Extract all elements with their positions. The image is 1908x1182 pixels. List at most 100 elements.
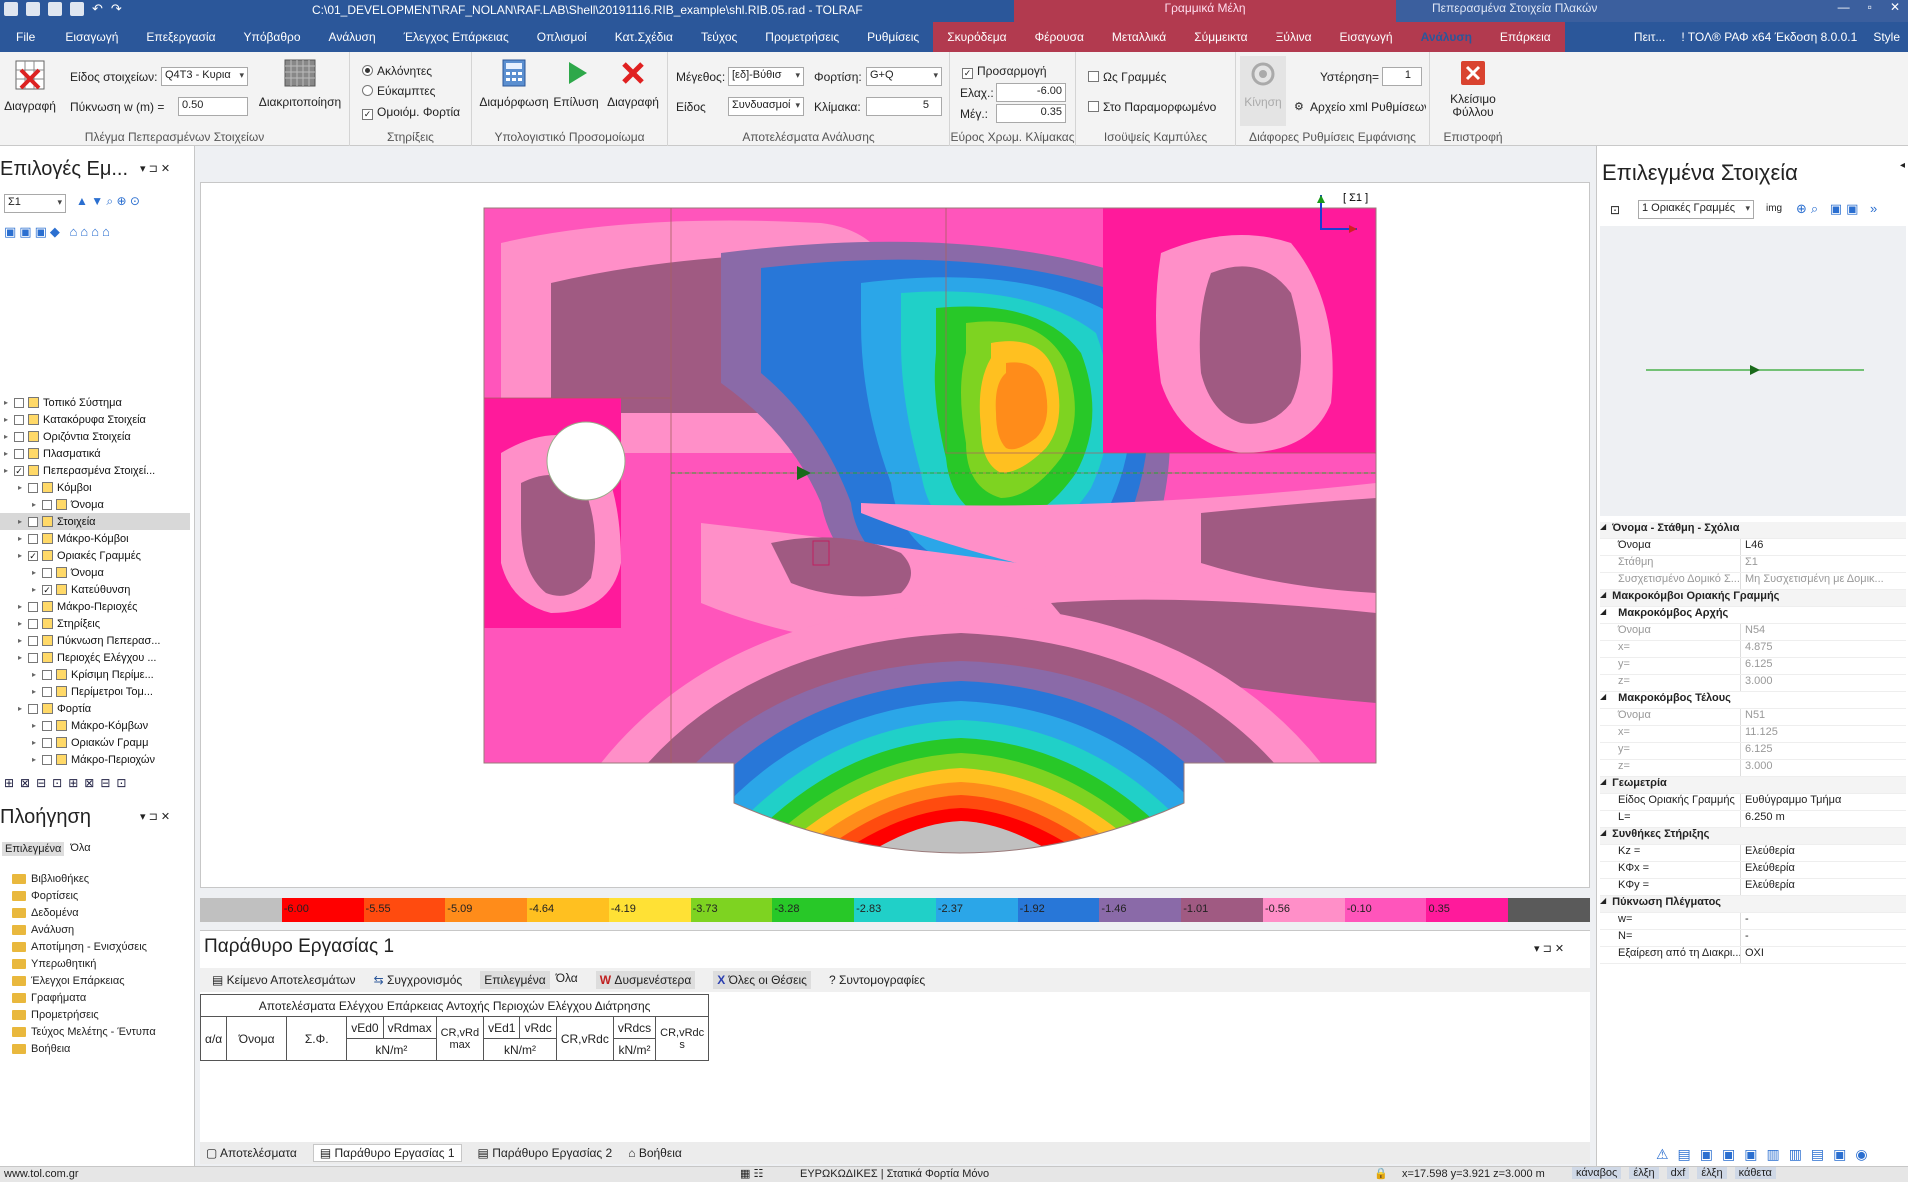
- minimize-icon[interactable]: —: [1838, 0, 1850, 14]
- zoom-tools-icons[interactable]: ⊕⌕ ▣▣ »: [1796, 201, 1881, 217]
- tab-8[interactable]: Κατ.Σχέδια: [601, 22, 687, 52]
- loading-select[interactable]: G+Q: [866, 67, 942, 86]
- tree-item[interactable]: ▸ Πλασματικά: [0, 445, 190, 462]
- image-button[interactable]: img: [1766, 203, 1782, 214]
- tree-tool-icons[interactable]: ⊞⊠⊟⊡⊞⊠⊟⊡: [4, 776, 132, 790]
- property-section[interactable]: ◢ Συνθήκες Στήριξης: [1600, 828, 1906, 845]
- range-min-input[interactable]: -6.00: [996, 83, 1066, 102]
- expand-icon[interactable]: ▸: [32, 721, 42, 730]
- all-positions-button[interactable]: X Όλες οι Θέσεις: [713, 971, 811, 989]
- tree-item[interactable]: ▸ Μάκρο-Περιοχές: [0, 598, 190, 615]
- tab-15[interactable]: Σύμμεικτα: [1180, 22, 1262, 52]
- tree-checkbox[interactable]: [14, 414, 24, 425]
- tree-checkbox[interactable]: [28, 482, 38, 493]
- property-section[interactable]: ◢ Γεωμετρία: [1600, 777, 1906, 794]
- snap-mode-toggle[interactable]: έλξη: [1697, 1167, 1727, 1179]
- tree-item[interactable]: ▸ Στοιχεία: [0, 513, 190, 530]
- tree-checkbox[interactable]: [14, 397, 24, 408]
- property-value[interactable]: Ελεύθερία: [1740, 862, 1906, 878]
- results-text-button[interactable]: ▤ Κείμενο Αποτελεσμάτων: [212, 973, 356, 987]
- property-section[interactable]: ◢ Μακροκόμβος Αρχής: [1600, 607, 1906, 624]
- property-section[interactable]: ◢ Πύκνωση Πλέγματος: [1600, 896, 1906, 913]
- tree-item[interactable]: ▸ Περιοχές Ελέγχου ...: [0, 649, 190, 666]
- expand-icon[interactable]: ▸: [18, 653, 28, 662]
- nav-item[interactable]: Τεύχος Μελέτης - Έντυπα: [2, 1023, 192, 1040]
- snap-mode-toggle[interactable]: κάθετα: [1734, 1167, 1776, 1179]
- close-sheet-button[interactable]: Κλείσιμο Φύλλου: [1436, 60, 1510, 119]
- expand-icon[interactable]: ▸: [18, 534, 28, 543]
- tree-item[interactable]: ▸ Μάκρο-Περιοχών: [0, 751, 190, 768]
- tab-work-window-2[interactable]: ▤ Παράθυρο Εργασίας 2: [478, 1146, 613, 1160]
- nav-item[interactable]: Βοήθεια: [2, 1040, 192, 1057]
- fit-range-checkbox[interactable]: ✓ Προσαρμογή: [962, 64, 1047, 79]
- lag-stepper[interactable]: 1: [1382, 67, 1422, 86]
- nav-item[interactable]: Αποτίμηση - Ενισχύσεις: [2, 938, 192, 955]
- selection-type-select[interactable]: 1 Οριακές Γραμμές: [1638, 200, 1754, 219]
- quantity-select[interactable]: [εδ]-Βύθισ: [728, 67, 804, 86]
- property-value[interactable]: 3.000: [1740, 760, 1906, 776]
- tab-11[interactable]: Ρυθμίσεις: [853, 22, 933, 52]
- tree-item[interactable]: ▸ Φορτία: [0, 700, 190, 717]
- property-section[interactable]: ◢ Μακροκόμβος Τέλους: [1600, 692, 1906, 709]
- tab-17[interactable]: Εισαγωγή: [1325, 22, 1407, 52]
- property-section[interactable]: ◢ Όνομα - Στάθμη - Σχόλια: [1600, 522, 1906, 539]
- snap-mode-toggle[interactable]: έλξη: [1629, 1167, 1659, 1179]
- expand-icon[interactable]: ▸: [18, 704, 28, 713]
- help-search[interactable]: Πειτ...: [1626, 22, 1673, 52]
- expand-icon[interactable]: ▸: [32, 738, 42, 747]
- maximize-icon[interactable]: ▫: [1868, 0, 1872, 14]
- nav-tab-all[interactable]: Όλα: [70, 842, 90, 856]
- scale-stepper[interactable]: 5: [866, 97, 942, 116]
- open-file-icon[interactable]: [26, 2, 40, 16]
- tab-14[interactable]: Μεταλλικά: [1097, 22, 1181, 52]
- new-file-icon[interactable]: [4, 2, 18, 16]
- tab-2[interactable]: Εισαγωγή: [51, 22, 132, 52]
- tree-checkbox[interactable]: [28, 703, 38, 714]
- nav-item[interactable]: Φορτίσεις: [2, 887, 192, 904]
- select-tool-icon[interactable]: ⊡: [1610, 203, 1620, 217]
- expand-icon[interactable]: ▸: [32, 585, 42, 594]
- solve-button[interactable]: Επίλυση: [552, 58, 600, 109]
- range-max-input[interactable]: 0.35: [996, 104, 1066, 123]
- undo-icon[interactable]: ↶: [92, 2, 103, 16]
- tree-checkbox[interactable]: ✓: [28, 550, 38, 561]
- panel-menu-icon[interactable]: ▾ ⊐ ✕: [140, 162, 170, 175]
- property-value[interactable]: 6.125: [1740, 743, 1906, 759]
- property-value[interactable]: Σ1: [1740, 556, 1906, 572]
- tree-checkbox[interactable]: [28, 652, 38, 663]
- tab-16[interactable]: Ξύλινα: [1261, 22, 1326, 52]
- expand-icon[interactable]: ▸: [32, 500, 42, 509]
- expand-icon[interactable]: ▸: [18, 517, 28, 526]
- tree-checkbox[interactable]: [42, 499, 52, 510]
- redo-icon[interactable]: ↷: [111, 2, 122, 16]
- tab-3[interactable]: Επεξεργασία: [132, 22, 229, 52]
- expand-icon[interactable]: ▸: [4, 398, 14, 407]
- tab-work-window-1[interactable]: ▤ Παράθυρο Εργασίας 1: [312, 1144, 462, 1162]
- tree-item[interactable]: ▸ Οριζόντια Στοιχεία: [0, 428, 190, 445]
- tab-13[interactable]: Φέρουσα: [1020, 22, 1098, 52]
- right-toolbar-icons[interactable]: ⚠▤▣▣▣▥▥▤▣◉: [1656, 1146, 1877, 1163]
- tree-checkbox[interactable]: [28, 533, 38, 544]
- mesh-delete-button[interactable]: Διαγραφή: [2, 58, 58, 113]
- tree-checkbox[interactable]: [14, 431, 24, 442]
- configure-button[interactable]: Διαμόρφωση: [478, 58, 550, 109]
- close-window-icon[interactable]: ✕: [1890, 0, 1900, 14]
- tree-item[interactable]: ▸ Όνομα: [0, 564, 190, 581]
- expand-icon[interactable]: ▸: [18, 636, 28, 645]
- abbreviations-button[interactable]: ? Συντομογραφίες: [829, 973, 925, 987]
- motion-button[interactable]: Κίνηση: [1240, 56, 1286, 126]
- snap-mode-toggle[interactable]: dxf: [1666, 1167, 1690, 1179]
- tree-checkbox[interactable]: [42, 720, 52, 731]
- tree-checkbox[interactable]: [42, 754, 52, 765]
- tree-checkbox[interactable]: [42, 567, 52, 578]
- property-value[interactable]: ΟΧΙ: [1740, 947, 1906, 963]
- expand-icon[interactable]: ▸: [32, 568, 42, 577]
- uniform-loads-checkbox[interactable]: ✓ Ομοιόμ. Φορτία: [362, 105, 460, 120]
- lock-icon[interactable]: 🔒: [1374, 1167, 1388, 1180]
- tab-10[interactable]: Προμετρήσεις: [751, 22, 853, 52]
- filter-selected[interactable]: Επιλεγμένα: [480, 971, 550, 989]
- fixed-radio[interactable]: Ακλόνητες: [362, 64, 432, 78]
- tree-item[interactable]: ▸ Περίμετροι Τομ...: [0, 683, 190, 700]
- tree-item[interactable]: ▸ ✓ Πεπερασμένα Στοιχεί...: [0, 462, 190, 479]
- filter-all[interactable]: Όλα: [556, 971, 578, 989]
